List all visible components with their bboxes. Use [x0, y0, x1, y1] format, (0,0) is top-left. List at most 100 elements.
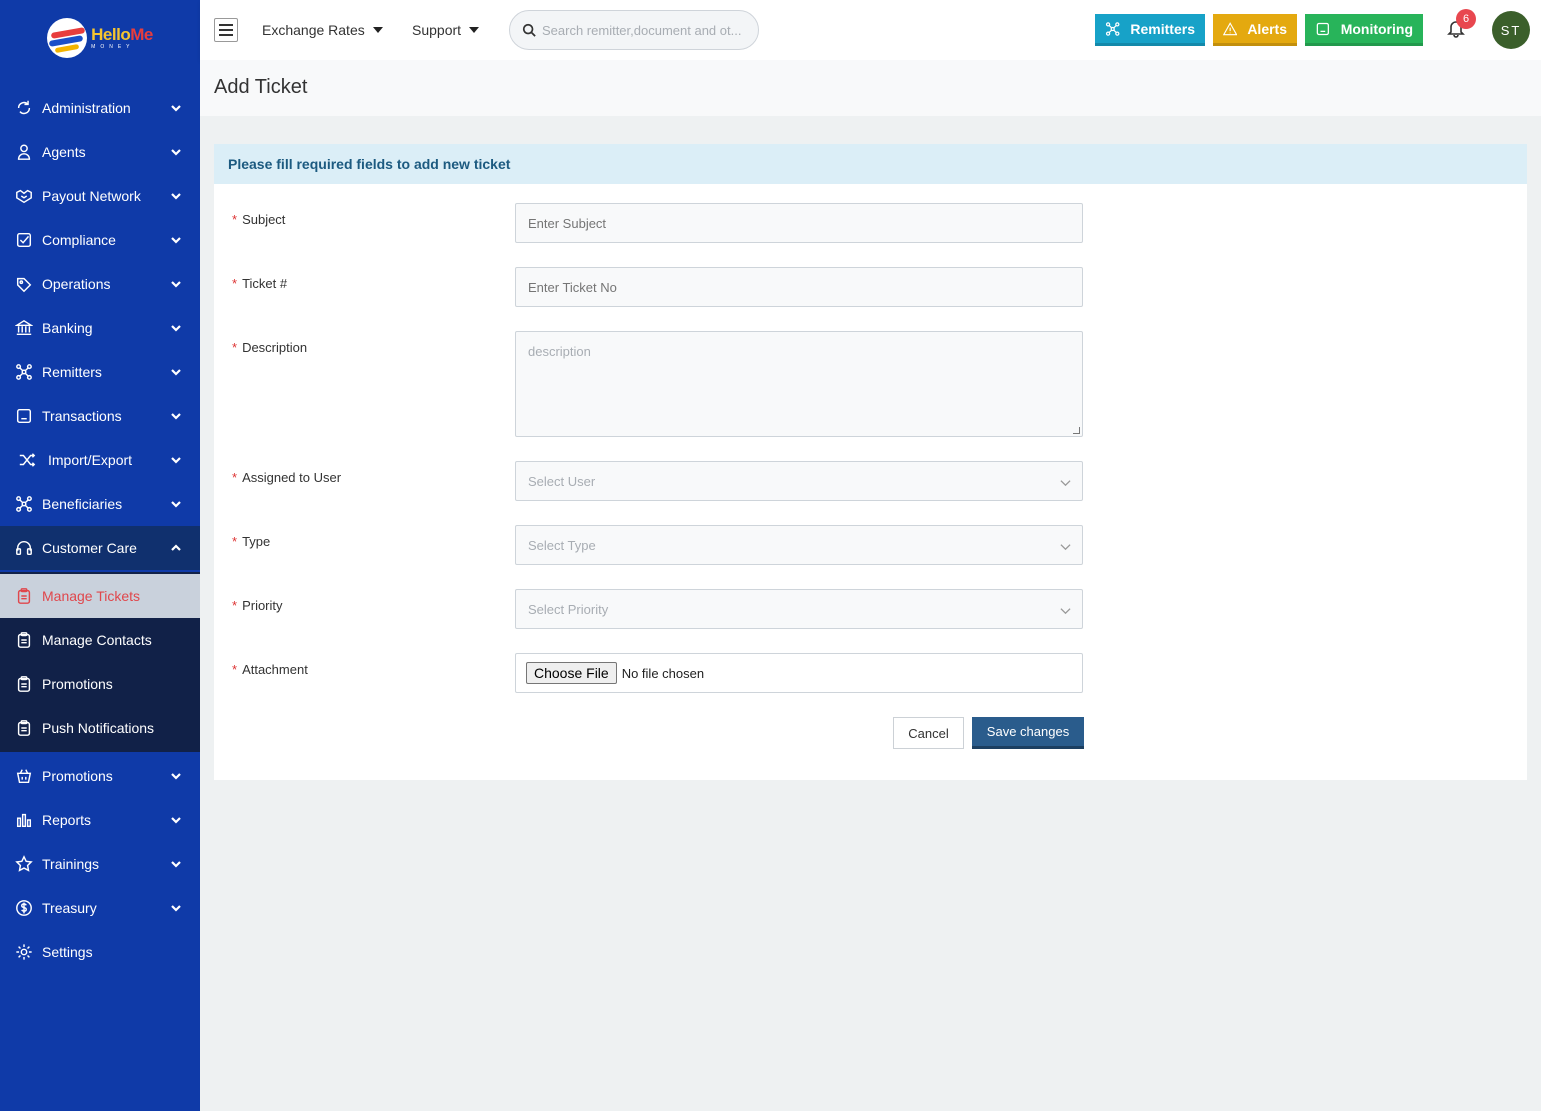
sidebar-item-treasury[interactable]: Treasury: [0, 886, 200, 930]
attachment-file-input: Choose File No file chosen: [515, 653, 1083, 693]
monitoring-button-label: Monitoring: [1340, 20, 1413, 37]
user-avatar[interactable]: ST: [1492, 11, 1530, 49]
ticket-number-label-text: Ticket #: [242, 276, 288, 291]
choose-file-button[interactable]: Choose File: [526, 662, 617, 684]
user-icon: [14, 142, 34, 162]
brand-name-part1: Hello: [91, 25, 131, 44]
search-icon: [522, 23, 536, 37]
sidebar-item-remitters[interactable]: Remitters: [0, 350, 200, 394]
receipt-icon: [14, 406, 34, 426]
clipboard-icon: [14, 586, 34, 606]
type-label-text: Type: [242, 534, 271, 549]
chevron-down-icon: [1060, 604, 1071, 615]
sidebar-item-manage-tickets[interactable]: Manage Tickets: [0, 574, 200, 618]
sidebar-item-label: Trainings: [42, 856, 100, 872]
description-label: * Description: [232, 340, 307, 355]
sidebar-item-label: Remitters: [42, 364, 102, 380]
sidebar-item-label: Agents: [42, 144, 86, 160]
shuffle-icon: [14, 450, 40, 470]
hamburger-menu-icon[interactable]: [214, 18, 238, 42]
chevron-down-icon: [170, 101, 182, 113]
sidebar-item-payout-network[interactable]: Payout Network: [0, 174, 200, 218]
ticket-number-label: * Ticket #: [232, 276, 287, 291]
sidebar-item-reports[interactable]: Reports: [0, 798, 200, 842]
sidebar-item-label: Compliance: [42, 232, 116, 248]
exchange-rates-menu[interactable]: Exchange Rates: [262, 22, 383, 38]
type-select[interactable]: Select Type: [515, 525, 1083, 565]
sidebar-item-label: Promotions: [42, 768, 113, 784]
remitters-button[interactable]: Remitters: [1095, 14, 1205, 46]
sidebar-item-label: Beneficiaries: [42, 496, 123, 512]
sidebar-item-import-export[interactable]: Import/Export: [0, 438, 200, 482]
dollar-icon: [14, 898, 34, 918]
sidebar-item-agents[interactable]: Agents: [0, 130, 200, 174]
assigned-user-select[interactable]: Select User: [515, 461, 1083, 501]
sidebar-item-promotions[interactable]: Promotions: [0, 754, 200, 798]
clipboard-icon: [14, 630, 34, 650]
chevron-down-icon: [170, 813, 182, 825]
sidebar-item-push-notifications[interactable]: Push Notifications: [0, 706, 200, 750]
resize-handle-icon[interactable]: [1073, 427, 1080, 434]
chevron-down-icon: [170, 233, 182, 245]
chevron-down-icon: [170, 453, 182, 465]
required-marker: *: [232, 212, 238, 227]
monitoring-button[interactable]: Monitoring: [1305, 14, 1423, 46]
sidebar-item-operations[interactable]: Operations: [0, 262, 200, 306]
sidebar-item-label: Reports: [42, 812, 92, 828]
sidebar-item-label: Treasury: [42, 900, 97, 916]
sidebar-item-label: Settings: [42, 944, 93, 960]
type-label: * Type: [232, 534, 270, 549]
clipboard-icon: [14, 718, 34, 738]
sidebar-item-label: Promotions: [42, 676, 113, 692]
sidebar-item-beneficiaries[interactable]: Beneficiaries: [0, 482, 200, 526]
bar-chart-icon: [14, 810, 34, 830]
headset-icon: [14, 538, 34, 558]
description-textarea[interactable]: description: [515, 331, 1083, 437]
sidebar-item-banking[interactable]: Banking: [0, 306, 200, 350]
brand-subtitle: MONEY: [91, 44, 135, 50]
required-marker: *: [232, 662, 238, 677]
save-changes-button[interactable]: Save changes: [972, 717, 1084, 749]
warning-icon: [1223, 21, 1238, 35]
sidebar-item-administration[interactable]: Administration: [0, 86, 200, 130]
sidebar-item-compliance[interactable]: Compliance: [0, 218, 200, 262]
chevron-down-icon: [170, 901, 182, 913]
sidebar-item-manage-contacts[interactable]: Manage Contacts: [0, 618, 200, 662]
brand-logo[interactable]: HelloMe MONEY: [0, 0, 200, 76]
logo-globe-icon: [47, 18, 88, 58]
form-instructions: Please fill required fields to add new t…: [214, 144, 1527, 184]
sidebar-item-promotions-sub[interactable]: Promotions: [0, 662, 200, 706]
sidebar-item-label: Push Notifications: [42, 720, 155, 736]
cancel-button[interactable]: Cancel: [893, 717, 964, 749]
sidebar-item-label: Operations: [42, 276, 111, 292]
required-marker: *: [232, 340, 238, 355]
star-icon: [14, 854, 34, 874]
clipboard-icon: [14, 674, 34, 694]
required-marker: *: [232, 534, 238, 549]
page-header: Add Ticket: [200, 60, 1541, 116]
gear-icon: [14, 942, 34, 962]
alerts-button[interactable]: Alerts: [1213, 14, 1297, 46]
priority-select[interactable]: Select Priority: [515, 589, 1083, 629]
assigned-user-label-text: Assigned to User: [242, 470, 342, 485]
caret-down-icon: [372, 27, 383, 33]
sidebar-item-label: Manage Contacts: [42, 632, 152, 648]
chevron-down-icon: [1060, 540, 1071, 551]
sidebar-item-transactions[interactable]: Transactions: [0, 394, 200, 438]
ticket-number-input[interactable]: [515, 267, 1083, 307]
sidebar-item-settings[interactable]: Settings: [0, 930, 200, 974]
page-title: Add Ticket: [214, 76, 308, 98]
subject-input[interactable]: [515, 203, 1083, 243]
description-placeholder: description: [528, 344, 591, 359]
support-menu[interactable]: Support: [412, 22, 480, 38]
subject-label-text: Subject: [242, 212, 286, 227]
subject-label: * Subject: [232, 212, 285, 227]
exchange-rates-label: Exchange Rates: [262, 22, 365, 38]
search-input[interactable]: [542, 22, 752, 38]
required-marker: *: [232, 470, 238, 485]
chevron-down-icon: [170, 189, 182, 201]
priority-label: * Priority: [232, 598, 283, 613]
sidebar-item-trainings[interactable]: Trainings: [0, 842, 200, 886]
sidebar-item-customer-care[interactable]: Customer Care: [0, 526, 200, 570]
tag-icon: [14, 274, 34, 294]
